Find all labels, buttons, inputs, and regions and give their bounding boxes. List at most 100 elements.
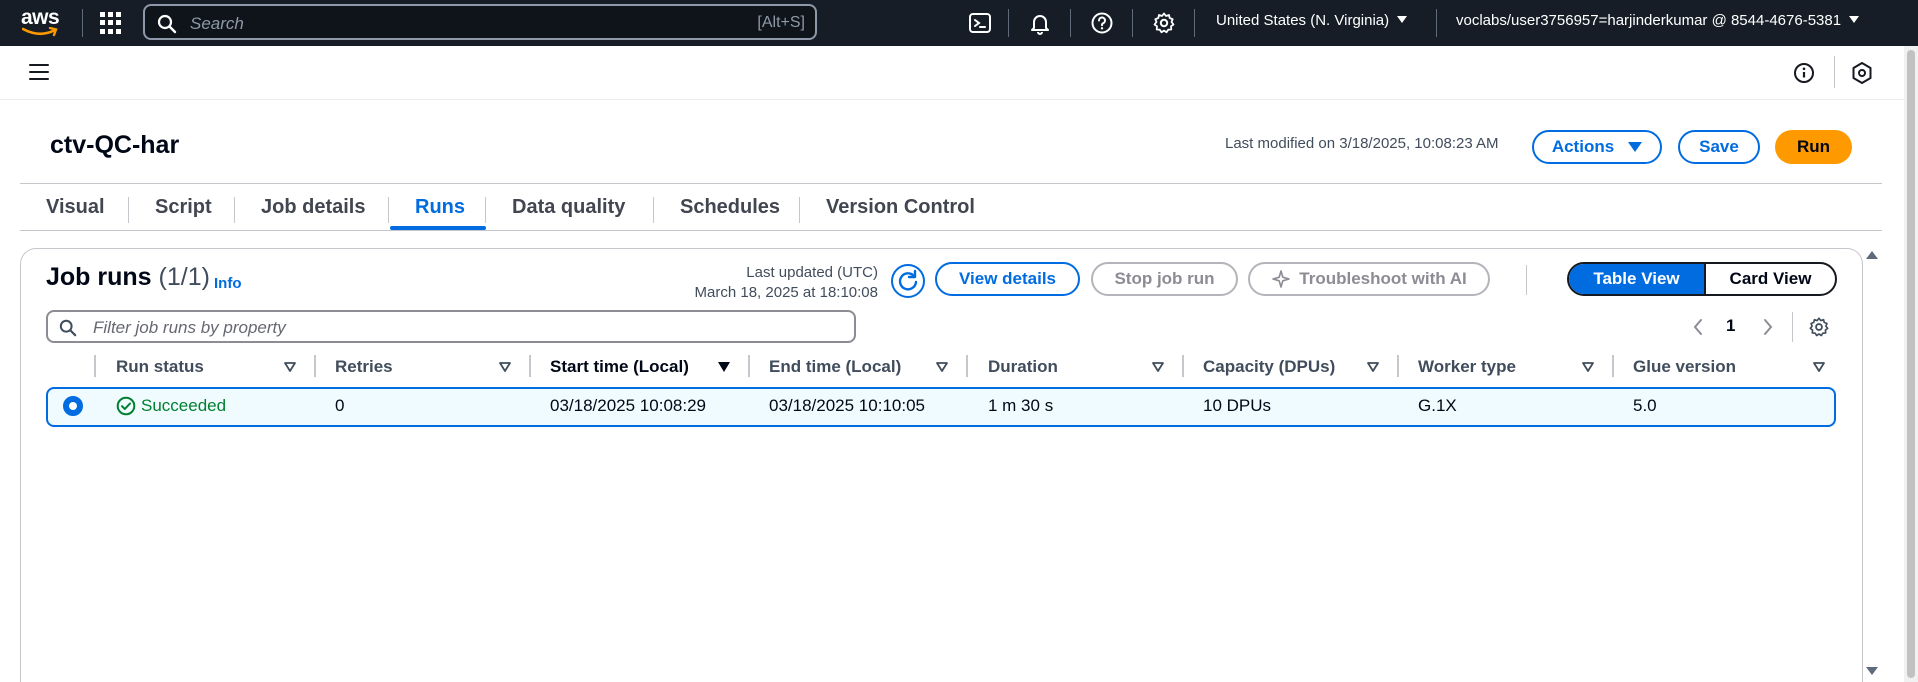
filter-input[interactable]: Filter job runs by property	[46, 310, 856, 343]
search-icon	[59, 319, 77, 337]
tab-script[interactable]: Script	[155, 196, 212, 219]
divider	[1792, 312, 1793, 342]
job-runs-count: (1/1)	[158, 263, 210, 291]
cell-worker-type: G.1X	[1418, 396, 1457, 415]
region-label: United States (N. Virginia)	[1216, 12, 1390, 29]
tab-schedules[interactable]: Schedules	[680, 196, 780, 219]
tab-divider	[388, 197, 389, 223]
row-radio-button[interactable]	[63, 396, 83, 416]
table-row[interactable]	[46, 387, 1836, 427]
job-runs-title: Job runs (1/1)	[46, 263, 210, 292]
column-header-retries[interactable]: Retries	[335, 357, 393, 377]
sort-icon[interactable]	[935, 361, 949, 373]
refresh-button[interactable]	[891, 264, 925, 298]
cell-start-time: 03/18/2025 10:08:29	[550, 396, 706, 415]
divider	[1834, 56, 1835, 88]
help-icon[interactable]	[1090, 11, 1114, 35]
view-toggle: Table View Card View	[1567, 262, 1837, 296]
active-tab-indicator	[390, 226, 486, 230]
tab-visual[interactable]: Visual	[46, 196, 105, 219]
nav-divider	[1132, 9, 1133, 37]
aws-logo[interactable]: aws	[20, 6, 62, 38]
column-header-start-time[interactable]: Start time (Local)	[550, 357, 689, 377]
tab-version-control[interactable]: Version Control	[826, 196, 975, 219]
sort-descending-icon[interactable]	[717, 361, 731, 373]
view-details-label: View details	[958, 269, 1056, 288]
account-label: voclabs/user3756957=harjinderkumar @ 854…	[1456, 12, 1842, 29]
tab-job-details[interactable]: Job details	[261, 196, 365, 219]
nav-divider	[82, 9, 83, 37]
top-navigation: aws Search [Alt+S] United States (N. Vir…	[0, 0, 1918, 46]
column-divider	[529, 355, 531, 377]
column-divider	[94, 355, 96, 377]
hexagon-settings-icon[interactable]	[1851, 61, 1873, 85]
column-divider	[1182, 355, 1184, 377]
status-indicator: Succeeded	[116, 396, 226, 416]
last-updated: Last updated (UTC) March 18, 2025 at 18:…	[695, 263, 878, 303]
stop-job-run-button[interactable]: Stop job run	[1091, 262, 1238, 296]
settings-icon[interactable]	[1152, 11, 1176, 35]
troubleshoot-with-ai-button[interactable]: Troubleshoot with AI	[1248, 262, 1490, 296]
filter-placeholder: Filter job runs by property	[93, 318, 286, 337]
column-header-run-status[interactable]: Run status	[116, 357, 204, 377]
search-placeholder: Search	[190, 14, 244, 33]
last-updated-value: March 18, 2025 at 18:10:08	[694, 284, 878, 301]
info-icon[interactable]	[1793, 62, 1815, 84]
troubleshoot-label: Troubleshoot with AI	[1299, 269, 1467, 288]
region-selector[interactable]: United States (N. Virginia)	[1216, 12, 1408, 29]
tab-divider	[128, 197, 129, 223]
card-view-button[interactable]: Card View	[1704, 264, 1835, 294]
caret-down-icon	[1628, 142, 1643, 152]
panel-scroll-down-icon[interactable]	[1866, 667, 1878, 675]
bell-icon[interactable]	[1028, 11, 1052, 35]
sort-icon[interactable]	[1151, 361, 1165, 373]
info-link[interactable]: Info	[214, 275, 242, 292]
cell-retries: 0	[335, 396, 345, 415]
nav-divider	[1436, 9, 1437, 37]
cell-capacity: 10 DPUs	[1203, 396, 1272, 415]
run-label: Run	[1796, 137, 1831, 156]
search-input[interactable]: Search [Alt+S]	[143, 4, 817, 40]
sort-icon[interactable]	[1581, 361, 1595, 373]
sort-icon[interactable]	[283, 361, 297, 373]
tab-runs[interactable]: Runs	[415, 196, 465, 219]
column-header-duration[interactable]: Duration	[988, 357, 1058, 377]
tab-data-quality[interactable]: Data quality	[512, 196, 625, 219]
column-divider	[966, 355, 968, 377]
preferences-gear-icon[interactable]	[1808, 316, 1830, 338]
sort-icon[interactable]	[498, 361, 512, 373]
scrollbar-thumb[interactable]	[1907, 50, 1915, 678]
column-header-worker-type[interactable]: Worker type	[1418, 357, 1516, 377]
page-scrollbar[interactable]	[1904, 46, 1918, 682]
cell-end-time: 03/18/2025 10:10:05	[769, 396, 925, 415]
run-button[interactable]: Run	[1775, 130, 1852, 164]
sort-icon[interactable]	[1366, 361, 1380, 373]
services-grid-icon[interactable]	[100, 12, 122, 34]
table-view-button[interactable]: Table View	[1569, 264, 1704, 294]
sort-icon[interactable]	[1812, 361, 1826, 373]
column-divider	[1397, 355, 1399, 377]
save-button[interactable]: Save	[1678, 130, 1760, 164]
chevron-right-icon[interactable]	[1762, 318, 1774, 336]
column-header-capacity[interactable]: Capacity (DPUs)	[1203, 357, 1335, 377]
column-divider	[314, 355, 316, 377]
last-modified-text: Last modified on 3/18/2025, 10:08:23 AM	[1225, 135, 1499, 152]
cloudshell-icon[interactable]	[968, 11, 992, 35]
secondary-bar	[0, 46, 1904, 100]
aws-smile-icon	[22, 27, 58, 37]
column-header-glue-version[interactable]: Glue version	[1633, 357, 1736, 377]
search-icon	[157, 14, 177, 34]
caret-down-icon	[1397, 16, 1408, 23]
stop-job-run-label: Stop job run	[1114, 269, 1215, 288]
caret-down-icon	[1849, 16, 1860, 23]
menu-icon[interactable]	[29, 64, 49, 80]
chevron-left-icon[interactable]	[1692, 318, 1704, 336]
panel-scroll-up-icon[interactable]	[1866, 251, 1878, 259]
column-header-end-time[interactable]: End time (Local)	[769, 357, 901, 377]
page-number[interactable]: 1	[1726, 316, 1735, 336]
view-details-button[interactable]: View details	[935, 262, 1080, 296]
actions-button[interactable]: Actions	[1532, 130, 1662, 164]
refresh-icon	[898, 269, 918, 291]
status-text: Succeeded	[141, 396, 227, 415]
account-menu[interactable]: voclabs/user3756957=harjinderkumar @ 854…	[1456, 12, 1860, 29]
